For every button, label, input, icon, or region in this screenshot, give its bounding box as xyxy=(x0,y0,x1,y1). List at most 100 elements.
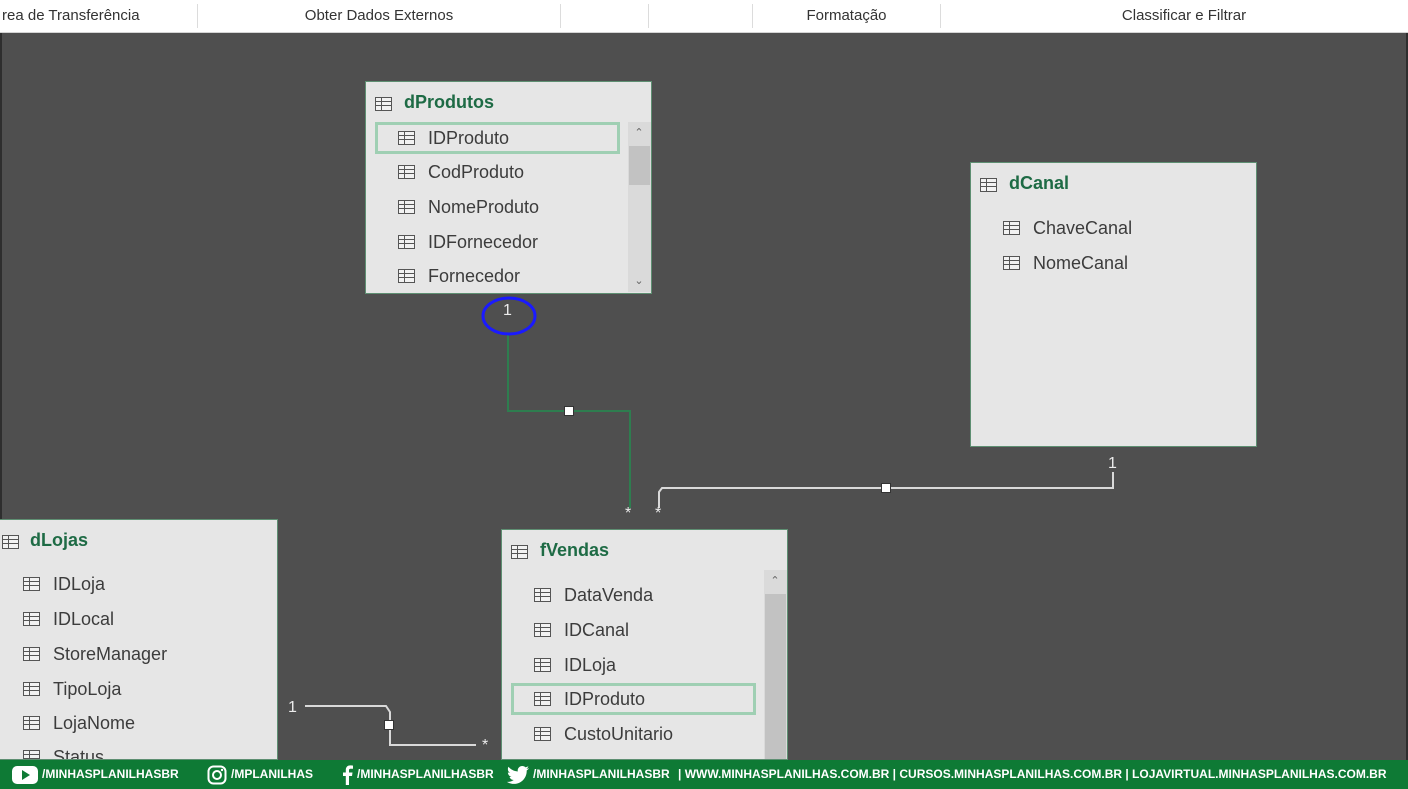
field-label: IDProduto xyxy=(428,128,510,148)
scroll-down-icon[interactable]: ⌄ xyxy=(628,270,650,292)
table-icon xyxy=(2,535,19,549)
table-header[interactable]: dLojas xyxy=(0,520,277,560)
cardinality-one-label: 1 xyxy=(503,302,512,319)
relationship-direction-marker[interactable] xyxy=(384,720,394,730)
field-label: CodProduto xyxy=(428,162,525,182)
ribbon-group-labels: rea de Transferência Obter Dados Externo… xyxy=(0,0,1408,33)
field-label: Status xyxy=(53,747,105,760)
field-label: TipoLoja xyxy=(53,679,122,699)
footer-banner: /MINHASPLANILHASBR /MPLANILHAS /MINHASPL… xyxy=(0,760,1408,789)
footer-facebook-label: /MINHASPLANILHASBR xyxy=(357,767,494,781)
table-icon xyxy=(398,235,415,249)
table-header[interactable]: dProdutos xyxy=(366,82,651,122)
field-idlocal[interactable]: IDLocal xyxy=(23,605,263,633)
table-title: dProdutos xyxy=(404,92,494,112)
ribbon-group-sort-filter: Classificar e Filtrar xyxy=(1121,7,1247,24)
footer-instagram-label: /MPLANILHAS xyxy=(231,767,313,781)
table-icon xyxy=(23,577,40,591)
footer-websites[interactable]: | WWW.MINHASPLANILHAS.COM.BR | CURSOS.MI… xyxy=(678,760,1387,789)
table-icon xyxy=(398,200,415,214)
ribbon-separator xyxy=(560,4,561,28)
field-idproduto[interactable]: IDProduto xyxy=(375,122,620,154)
field-label: ChaveCanal xyxy=(1033,218,1133,238)
field-custounitario[interactable]: CustoUnitario xyxy=(534,720,762,748)
table-icon xyxy=(398,165,415,179)
table-icon xyxy=(23,750,40,759)
field-label: IDProduto xyxy=(564,689,646,709)
table-header[interactable]: fVendas xyxy=(502,530,787,570)
cardinality-many-label: * xyxy=(655,505,662,522)
youtube-icon xyxy=(12,765,38,784)
scrollbar-thumb[interactable] xyxy=(765,594,786,759)
field-fornecedor[interactable]: Fornecedor xyxy=(398,262,628,290)
field-label: StoreManager xyxy=(53,644,168,664)
scroll-up-icon[interactable]: ⌃ xyxy=(628,122,650,144)
ribbon-group-external-data: Obter Dados Externos xyxy=(304,7,454,24)
table-icon xyxy=(534,692,551,706)
table-icon xyxy=(23,716,40,730)
field-idloja[interactable]: IDLoja xyxy=(534,651,762,679)
ribbon-group-formatting: Formatação xyxy=(806,7,887,24)
table-dlojas[interactable]: dLojas IDLoja IDLocal StoreManager TipoL… xyxy=(0,519,278,760)
relationship-direction-marker[interactable] xyxy=(881,483,891,493)
twitter-icon xyxy=(507,765,529,784)
table-icon xyxy=(511,545,528,559)
field-idloja[interactable]: IDLoja xyxy=(23,570,263,598)
footer-instagram[interactable]: /MPLANILHAS xyxy=(207,760,313,789)
table-icon xyxy=(23,612,40,626)
field-chavecanal[interactable]: ChaveCanal xyxy=(1003,214,1243,242)
field-nomecanal[interactable]: NomeCanal xyxy=(1003,249,1243,277)
cardinality-many-label: * xyxy=(625,505,632,522)
table-icon xyxy=(534,727,551,741)
cardinality-many-label: * xyxy=(482,737,489,754)
field-label: NomeCanal xyxy=(1033,253,1129,273)
table-icon xyxy=(534,588,551,602)
field-lojanome[interactable]: LojaNome xyxy=(23,709,263,737)
table-icon xyxy=(980,178,997,192)
table-dprodutos[interactable]: dProdutos IDProduto CodProduto NomeProdu… xyxy=(365,81,652,294)
footer-twitter-label: /MINHASPLANILHASBR xyxy=(533,767,670,781)
ribbon-separator xyxy=(648,4,649,28)
field-label: CustoUnitario xyxy=(564,724,674,744)
field-nomeproduto[interactable]: NomeProduto xyxy=(398,193,628,221)
field-label: NomeProduto xyxy=(428,197,540,217)
field-label: Fornecedor xyxy=(428,266,521,286)
instagram-icon xyxy=(207,765,227,785)
field-datavenda[interactable]: DataVenda xyxy=(534,581,762,609)
field-label: IDLoja xyxy=(564,655,617,675)
table-icon xyxy=(375,97,392,111)
table-dcanal[interactable]: dCanal ChaveCanal NomeCanal xyxy=(970,162,1257,447)
field-tipoloja[interactable]: TipoLoja xyxy=(23,675,263,703)
table-icon xyxy=(23,647,40,661)
field-idfornecedor[interactable]: IDFornecedor xyxy=(398,228,628,256)
footer-twitter[interactable]: /MINHASPLANILHASBR xyxy=(507,760,670,789)
field-codproduto[interactable]: CodProduto xyxy=(398,158,628,186)
table-title: fVendas xyxy=(540,540,610,560)
ribbon-group-clipboard: rea de Transferência xyxy=(2,7,140,24)
field-idproduto[interactable]: IDProduto xyxy=(511,683,756,715)
field-label: LojaNome xyxy=(53,713,136,733)
footer-facebook[interactable]: /MINHASPLANILHASBR xyxy=(342,760,494,789)
scrollbar[interactable]: ⌃ ⌄ xyxy=(628,122,651,292)
relationship-dprodutos-fvendas xyxy=(507,333,631,508)
table-header[interactable]: dCanal xyxy=(971,163,1256,203)
cardinality-one-label: 1 xyxy=(1108,455,1117,472)
table-icon xyxy=(398,131,415,145)
scroll-up-icon[interactable]: ⌃ xyxy=(764,570,786,592)
scrollbar-thumb[interactable] xyxy=(629,146,650,185)
field-idcanal[interactable]: IDCanal xyxy=(534,616,762,644)
cardinality-one-label: 1 xyxy=(288,699,297,716)
table-icon xyxy=(398,269,415,283)
scrollbar[interactable]: ⌃ xyxy=(764,570,787,759)
table-title: dCanal xyxy=(1009,173,1070,193)
field-label: IDFornecedor xyxy=(428,232,539,252)
field-storemanager[interactable]: StoreManager xyxy=(23,640,263,668)
table-icon xyxy=(1003,256,1020,270)
table-icon xyxy=(534,623,551,637)
relationship-direction-marker[interactable] xyxy=(564,406,574,416)
table-icon xyxy=(534,658,551,672)
field-status[interactable]: Status xyxy=(23,743,263,760)
table-title: dLojas xyxy=(30,530,89,550)
table-fvendas[interactable]: fVendas DataVenda IDCanal IDLoja IDProdu… xyxy=(501,529,788,760)
footer-youtube[interactable]: /MINHASPLANILHASBR xyxy=(12,760,179,789)
